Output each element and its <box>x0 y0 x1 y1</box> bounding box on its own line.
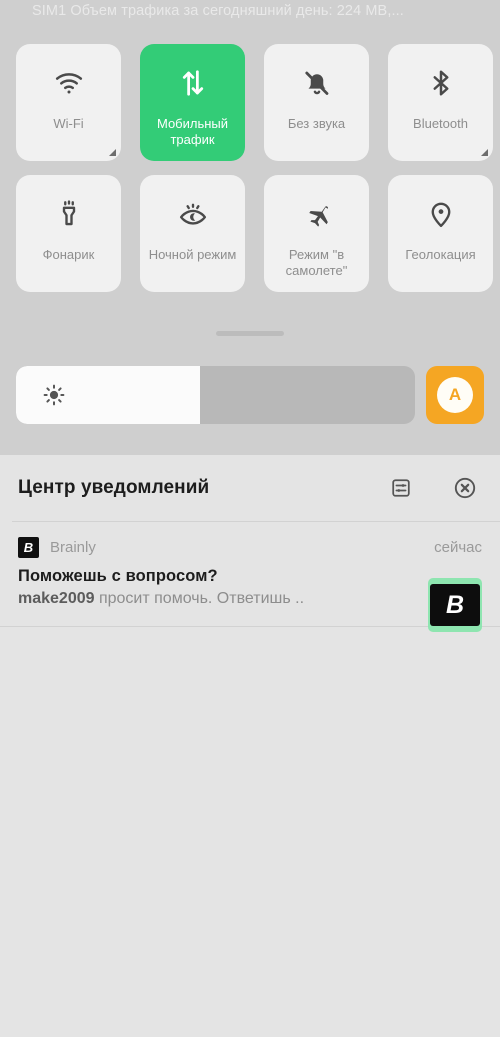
tile-location[interactable]: Геолокация <box>388 175 493 292</box>
brainly-app-icon: B <box>18 536 39 558</box>
auto-brightness-label: A <box>437 377 473 413</box>
notification-shade-screen: SIM1 Объем трафика за сегодняшний день: … <box>0 0 500 1037</box>
location-pin-icon <box>426 199 456 229</box>
status-bar-text: SIM1 Объем трафика за сегодняшний день: … <box>32 3 404 19</box>
notification-text: make2009 просит помочь. Ответишь .. <box>18 590 404 608</box>
tile-expand-corner-icon[interactable] <box>109 149 116 156</box>
tile-night-mode[interactable]: Ночной режим <box>140 175 245 292</box>
tile-label-bluetooth: Bluetooth <box>413 116 468 131</box>
tile-label-airplane-mode: Режим "в самолете" <box>285 247 348 278</box>
brightness-row: A <box>16 366 484 424</box>
tile-flashlight[interactable]: Фонарик <box>16 175 121 292</box>
clear-all-icon[interactable] <box>448 471 482 505</box>
notification-text-rest: просит помочь. Ответишь .. <box>94 590 305 607</box>
notification-text-username: make2009 <box>18 590 95 607</box>
tile-label-flashlight: Фонарик <box>42 247 95 262</box>
tile-label-mobile-data: Мобильный трафик <box>156 116 229 147</box>
data-arrows-icon <box>178 68 208 98</box>
tile-label-location: Геолокация <box>405 247 476 262</box>
status-bar: SIM1 Объем трафика за сегодняшний день: … <box>0 0 500 24</box>
auto-brightness-button[interactable]: A <box>426 366 484 424</box>
eye-moon-icon <box>178 199 208 229</box>
flashlight-icon <box>54 199 84 229</box>
brightness-slider[interactable] <box>16 366 415 424</box>
tile-bluetooth[interactable]: Bluetooth <box>388 44 493 161</box>
tile-wifi[interactable]: Wi-Fi <box>16 44 121 161</box>
notification-header-row: B Brainly сейчас <box>18 536 482 558</box>
tile-label-wifi: Wi-Fi <box>53 116 84 131</box>
tile-mobile-data[interactable]: Мобильный трафик <box>140 44 245 161</box>
bell-off-icon <box>302 68 332 98</box>
quick-settings-shade: SIM1 Объем трафика за сегодняшний день: … <box>0 0 500 455</box>
brightness-sun-icon <box>42 383 66 407</box>
notification-divider <box>0 626 500 627</box>
notification-app-name: Brainly <box>50 538 96 556</box>
bluetooth-icon <box>426 68 456 98</box>
notification-large-icon: B <box>428 578 482 632</box>
shade-drag-handle[interactable] <box>216 331 284 336</box>
notification-center-title: Центр уведомлений <box>18 477 210 498</box>
notification-timestamp: сейчас <box>434 538 482 556</box>
tile-expand-corner-icon[interactable] <box>481 149 488 156</box>
notification-title: Поможешь с вопросом? <box>18 567 218 585</box>
notification-settings-icon[interactable] <box>384 471 418 505</box>
tile-silent[interactable]: Без звука <box>264 44 369 161</box>
airplane-icon <box>302 199 332 229</box>
tile-label-night-mode: Ночной режим <box>148 247 237 262</box>
notification-body: Поможешь с вопросом? make2009 просит пом… <box>18 567 482 608</box>
notification-item-brainly[interactable]: B Brainly сейчас Поможешь с вопросом? ma… <box>0 522 500 632</box>
notification-center: Центр уведомлений B Brainly сейчас Помож… <box>0 455 500 1037</box>
quick-settings-tiles: Wi-Fi Мобильный трафик Без звука Bluetoo… <box>16 44 493 292</box>
tile-label-silent: Без звука <box>287 116 346 131</box>
tile-airplane-mode[interactable]: Режим "в самолете" <box>264 175 369 292</box>
wifi-icon <box>54 68 84 98</box>
brainly-logo-letter: B <box>430 584 480 626</box>
notification-center-header: Центр уведомлений <box>0 455 500 521</box>
